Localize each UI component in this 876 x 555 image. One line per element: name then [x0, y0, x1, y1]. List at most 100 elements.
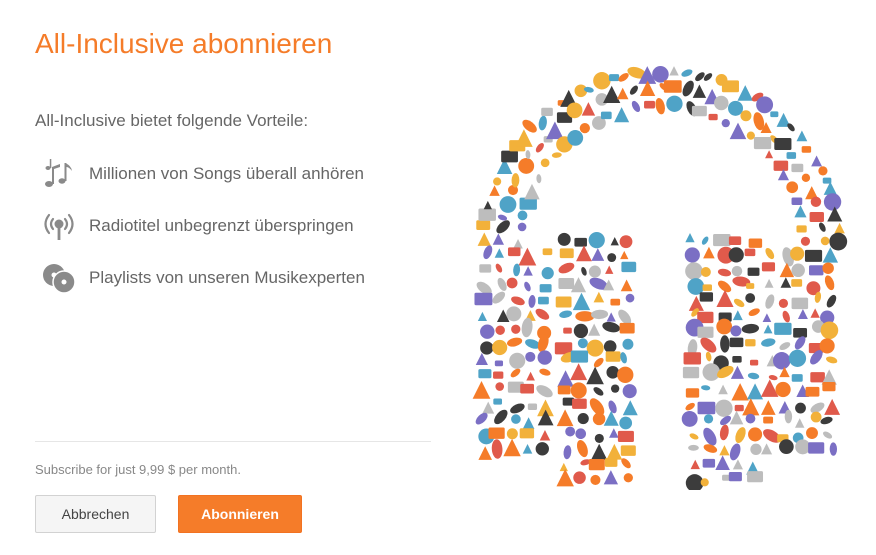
- collage-shape: [745, 413, 756, 424]
- collage-shape: [588, 231, 605, 249]
- collage-shape: [729, 122, 747, 140]
- collage-shape: [699, 292, 714, 302]
- collage-shape: [588, 323, 601, 336]
- collage-shape: [480, 341, 494, 355]
- collage-shape: [742, 398, 760, 416]
- collage-shape: [573, 323, 589, 339]
- collage-shape: [540, 158, 550, 168]
- subscribe-button[interactable]: Abonnieren: [178, 495, 302, 533]
- collage-shape: [594, 433, 604, 443]
- collage-shape: [525, 351, 536, 362]
- collage-shape: [791, 374, 803, 382]
- collage-shape: [669, 66, 679, 76]
- collage-shape: [824, 398, 841, 415]
- collage-shape: [729, 337, 744, 348]
- collage-shape: [692, 84, 707, 98]
- collage-shape: [761, 338, 776, 347]
- collage-shape: [606, 366, 620, 379]
- collage-shape: [735, 427, 746, 443]
- collage-shape: [565, 426, 576, 437]
- collage-shape: [682, 366, 700, 379]
- collage-shape: [495, 382, 505, 391]
- collage-shape: [475, 352, 488, 366]
- collage-shape: [820, 416, 833, 425]
- collage-shape: [695, 72, 705, 82]
- collage-shape: [620, 445, 636, 456]
- collage-shape: [681, 410, 698, 427]
- collage-shape: [804, 249, 823, 262]
- collage-shape: [606, 443, 623, 460]
- collage-shape: [731, 265, 743, 277]
- collage-shape: [820, 321, 839, 340]
- collage-shape: [708, 113, 718, 121]
- collage-shape: [730, 325, 742, 337]
- collage-shape: [697, 401, 716, 415]
- cancel-button[interactable]: Abbrechen: [35, 495, 156, 533]
- collage-shape: [622, 338, 634, 350]
- collage-shape: [810, 372, 825, 383]
- collage-shape: [747, 372, 760, 380]
- collage-shape: [519, 428, 535, 439]
- collage-shape: [493, 177, 502, 186]
- collage-shape: [806, 427, 818, 440]
- collage-shape: [603, 340, 617, 353]
- collage-shape: [483, 245, 493, 260]
- collage-shape: [721, 80, 739, 93]
- collage-shape: [535, 308, 550, 320]
- collage-shape: [773, 160, 789, 171]
- collage-shape: [520, 383, 535, 394]
- collage-shape: [772, 352, 791, 370]
- collage-shape: [728, 247, 744, 263]
- collage-shape: [494, 248, 504, 258]
- collage-shape: [703, 427, 717, 446]
- collage-shape: [763, 324, 773, 334]
- collage-shape: [716, 289, 734, 308]
- collage-shape: [570, 382, 587, 399]
- collage-shape: [610, 384, 620, 393]
- collage-shape: [511, 296, 525, 306]
- collage-shape: [756, 96, 774, 114]
- collage-shape: [499, 196, 517, 213]
- collage-shape: [546, 121, 564, 140]
- collage-shape: [770, 111, 779, 118]
- collage-shape: [702, 458, 716, 468]
- collage-shape: [809, 211, 824, 223]
- collage-shape: [497, 277, 507, 291]
- collage-shape: [655, 97, 665, 115]
- collage-shape: [753, 137, 772, 150]
- collage-shape: [737, 85, 754, 101]
- collage-shape: [593, 357, 604, 368]
- collage-shape: [747, 383, 764, 400]
- collage-shape: [518, 158, 535, 174]
- collage-shape: [625, 293, 635, 303]
- collage-shape: [478, 208, 496, 221]
- benefit-radio: Radiotitel unbegrenzt überspringen: [40, 207, 354, 245]
- collage-shape: [522, 417, 535, 430]
- collage-shape: [556, 409, 574, 427]
- collage-shape: [513, 238, 523, 249]
- collage-shape: [593, 387, 604, 396]
- music-notes-icon: [40, 155, 78, 193]
- collage-shape: [790, 246, 805, 261]
- benefit-playlists: Playlists von unseren Musikexperten: [40, 259, 365, 297]
- collage-shape: [791, 163, 804, 173]
- collage-shape: [740, 110, 752, 122]
- collage-shape: [808, 442, 825, 454]
- collage-shape: [622, 400, 638, 416]
- radio-broadcast-icon: [40, 207, 78, 245]
- collage-shape: [591, 443, 608, 460]
- collage-shape: [786, 152, 797, 159]
- collage-shape: [747, 267, 760, 276]
- collage-shape: [744, 248, 756, 257]
- collage-shape: [557, 232, 571, 246]
- collage-shape: [488, 427, 505, 439]
- collage-shape: [745, 293, 756, 303]
- collage-shape: [493, 398, 503, 405]
- collage-shape: [575, 428, 587, 440]
- collage-shape: [716, 318, 733, 335]
- collage-shape: [570, 350, 589, 363]
- collage-shape: [732, 356, 742, 363]
- collage-shape: [593, 72, 611, 90]
- collage-shape: [477, 311, 488, 322]
- collage-shape: [607, 253, 617, 263]
